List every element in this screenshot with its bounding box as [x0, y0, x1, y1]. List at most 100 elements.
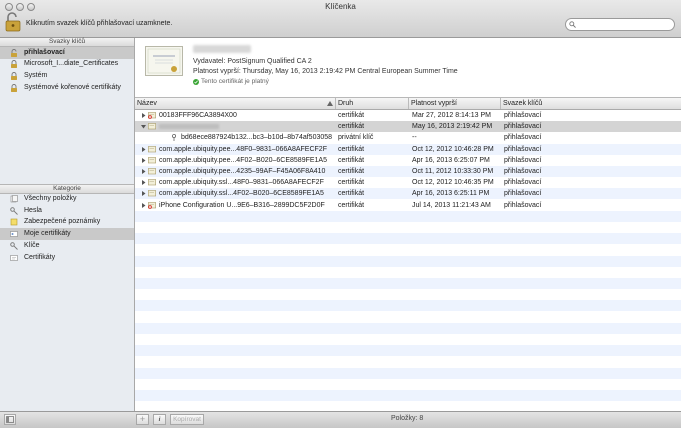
empty-row: [135, 322, 681, 334]
open-lock-icon[interactable]: [4, 12, 22, 32]
cell-name: iPhone Configuration U...9E6–B316–2899DC…: [159, 201, 325, 209]
sidebar-item-label: Moje certifikáty: [24, 230, 71, 237]
search-icon: [569, 21, 576, 28]
cell-expires: Apr 16, 2013 6:25:07 PM: [412, 156, 490, 164]
note-icon: [10, 218, 18, 226]
info-button[interactable]: i: [153, 414, 166, 425]
empty-row: [135, 312, 681, 323]
cell-keychain: přihlašovací: [504, 156, 542, 164]
cell-kind: certifikát: [338, 145, 365, 153]
certificate-large-icon: [145, 46, 183, 76]
certificate-icon: [148, 168, 156, 175]
lock-icon: [11, 72, 17, 80]
cell-keychain: přihlašovací: [504, 201, 542, 209]
sidebar: Svazky klíčů přihlašovací Microsoft_I...…: [0, 38, 135, 411]
certificate-error-icon: [148, 201, 156, 209]
table-row[interactable]: com.apple.ubiquity.ssl...48F0–9831–066A8…: [135, 177, 681, 188]
table-row[interactable]: com.apple.ubiquity.pee...4F02–B020–6CE85…: [135, 155, 681, 166]
search-input[interactable]: [578, 20, 670, 29]
empty-row: [135, 356, 681, 367]
valid-check-icon: [193, 79, 199, 85]
column-header-kind[interactable]: Druh: [336, 98, 409, 109]
sidebar-item-my-certificates[interactable]: Moje certifikáty: [0, 228, 134, 240]
cell-expires: May 16, 2013 2:19:42 PM: [412, 123, 493, 131]
lock-icon: [11, 60, 17, 68]
certificate-error-icon: [148, 112, 156, 119]
disclosure-expanded-icon[interactable]: [141, 124, 146, 129]
redacted-name: [159, 124, 219, 130]
certificate-issuer: Vydavatel: PostSignum Qualified CA 2: [193, 58, 312, 65]
certificate-icon: [148, 156, 156, 164]
open-lock-icon: [11, 49, 17, 57]
key-icon: [10, 207, 18, 215]
sidebar-item-keys[interactable]: Klíče: [0, 240, 134, 252]
table-row[interactable]: com.apple.ubiquity.pee...48F0–9831–066A8…: [135, 143, 681, 155]
column-header-name[interactable]: Název: [135, 98, 336, 109]
disclosure-collapsed-icon[interactable]: [141, 113, 146, 118]
sidebar-item-certificates[interactable]: Certifikáty: [0, 252, 134, 264]
empty-row: [135, 278, 681, 289]
empty-row: [135, 390, 681, 401]
table-row[interactable]: bd68ece887924b132...bc3–b10d–8b74af50305…: [135, 132, 681, 143]
cell-expires: Oct 12, 2012 10:46:35 PM: [412, 179, 494, 187]
copy-button[interactable]: Kopírovat: [170, 414, 204, 425]
disclosure-collapsed-icon[interactable]: [141, 146, 146, 152]
cell-name: com.apple.ubiquity.pee...4235–99AF–F45A0…: [159, 168, 326, 175]
cell-kind: certifikát: [338, 201, 365, 209]
bottom-bar: + i Kopírovat Položky: 8: [0, 411, 681, 428]
sidebar-item-system-roots[interactable]: Systémové kořenové certifikáty: [0, 82, 134, 94]
cell-keychain: přihlašovací: [504, 112, 542, 119]
empty-row: [135, 379, 681, 390]
empty-row: [135, 210, 681, 222]
sidebar-toggle-icon: [6, 416, 14, 423]
empty-row: [135, 300, 681, 312]
sidebar-item-label: Klíče: [24, 242, 40, 249]
cell-name: 00183FFF96CA3894X00: [159, 112, 237, 119]
table-row[interactable]: 00183FFF96CA3894X00 certifikát Mar 27, 201…: [135, 110, 681, 121]
column-header-expires[interactable]: Platnost vyprší: [409, 98, 501, 109]
cell-expires: Apr 16, 2013 6:25:11 PM: [412, 190, 490, 198]
cell-expires: Jul 14, 2013 11:21:43 AM: [412, 201, 491, 209]
sidebar-item-system[interactable]: Systém: [0, 70, 134, 82]
search-field[interactable]: [565, 18, 675, 31]
disclosure-collapsed-icon[interactable]: [141, 191, 146, 197]
sidebar-item-all-items[interactable]: Všechny položky: [0, 193, 134, 205]
sidebar-item-label: Microsoft_I...diate_Certificates: [24, 60, 119, 67]
cell-keychain: přihlašovací: [504, 179, 542, 187]
cell-kind: privátní klíč: [338, 134, 374, 142]
sidebar-item-microsoft[interactable]: Microsoft_I...diate_Certificates: [0, 58, 134, 70]
cell-keychain: přihlašovací: [504, 190, 542, 198]
all-items-icon: [10, 195, 18, 203]
disclosure-collapsed-icon[interactable]: [141, 202, 146, 208]
lock-icon: [11, 84, 17, 92]
table-row[interactable]: com.apple.ubiquity.ssl...4F02–B020–6CE85…: [135, 188, 681, 200]
info-icon: i: [158, 416, 161, 423]
cell-name: com.apple.ubiquity.pee...48F0–9831–066A8…: [159, 145, 327, 153]
cell-kind: certifikát: [338, 156, 365, 164]
cell-expires: --: [412, 134, 417, 142]
table-row[interactable]: com.apple.ubiquity.pee...4235–99AF–F45A0…: [135, 166, 681, 177]
sidebar-item-label: Certifikáty: [24, 254, 56, 261]
sidebar-item-label: Systémové kořenové certifikáty: [24, 84, 121, 91]
add-button[interactable]: +: [136, 414, 149, 425]
column-header-keychain[interactable]: Svazek klíčů: [501, 98, 681, 109]
table-row[interactable]: certifikát May 16, 2013 2:19:42 PM přihlaš…: [135, 121, 681, 133]
certificate-expiration: Platnost vyprší: Thursday, May 16, 2013 …: [193, 68, 458, 75]
cell-name: com.apple.ubiquity.ssl...48F0–9831–066A8…: [159, 179, 324, 187]
certificate-icon: [10, 255, 18, 261]
disclosure-collapsed-icon[interactable]: [141, 180, 146, 186]
empty-row: [135, 244, 681, 255]
cell-expires: Oct 11, 2012 10:33:30 PM: [412, 168, 494, 175]
toggle-sidebar-button[interactable]: [4, 414, 16, 425]
cell-name: bd68ece887924b132...bc3–b10d–8b74af50305…: [181, 134, 333, 142]
my-certificate-icon: [10, 231, 18, 237]
keychain-window: Klíčenka Kliknutím svazek klíčů přihlašo…: [0, 0, 681, 428]
table-row[interactable]: iPhone Configuration U...9E6–B316–2899DC…: [135, 200, 681, 211]
disclosure-collapsed-icon[interactable]: [141, 169, 146, 174]
title-toolbar: Klíčenka Kliknutím svazek klíčů přihlašo…: [0, 0, 681, 38]
certificate-name-redacted: [193, 45, 251, 53]
cell-keychain: přihlašovací: [504, 123, 542, 131]
sidebar-item-secure-notes[interactable]: Zabezpečené poznámky: [0, 216, 134, 228]
table-header: Název Druh Platnost vyprší Svazek klíčů: [135, 98, 681, 110]
disclosure-collapsed-icon[interactable]: [141, 157, 146, 163]
